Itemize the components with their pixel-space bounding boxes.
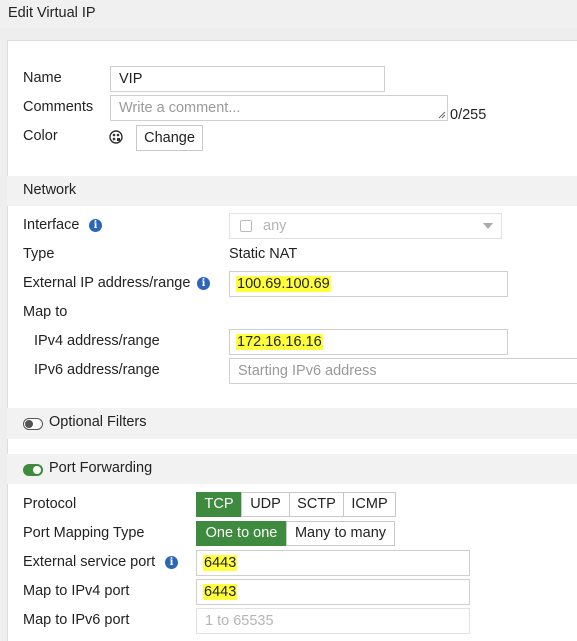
external-service-port-label: External service port <box>23 554 156 570</box>
ipv6-range-input[interactable]: Starting IPv6 address <box>229 358 577 384</box>
port-mapping-type-label: Port Mapping Type <box>23 525 145 541</box>
name-input[interactable]: VIP <box>110 66 385 92</box>
chevron-down-icon <box>483 223 493 229</box>
optional-filters-toggle[interactable] <box>23 418 43 430</box>
color-change-button[interactable]: Change <box>136 125 203 151</box>
interface-checkbox[interactable] <box>240 220 252 232</box>
type-label: Type <box>23 246 55 262</box>
color-palette-icon <box>109 130 123 144</box>
name-label: Name <box>23 70 62 86</box>
interface-select[interactable]: any <box>229 213 502 239</box>
dialog-title-bar: Edit Virtual IP <box>0 0 577 28</box>
mapping-one-to-one-option[interactable]: One to one <box>196 521 287 546</box>
map-ipv4-port-label: Map to IPv4 port <box>23 583 130 599</box>
ipv4-range-input[interactable]: 172.16.16.16 <box>229 329 508 355</box>
dialog-title: Edit Virtual IP <box>8 5 96 21</box>
external-ip-info-icon[interactable]: i <box>197 277 210 290</box>
comments-counter: 0/255 <box>450 107 487 123</box>
protocol-tcp-option[interactable]: TCP <box>196 492 242 517</box>
protocol-icmp-option[interactable]: ICMP <box>343 492 396 517</box>
comments-label: Comments <box>23 99 94 115</box>
comments-textarea[interactable]: Write a comment... <box>110 95 448 121</box>
protocol-sctp-option[interactable]: SCTP <box>289 492 344 517</box>
optional-filters-header: Optional Filters <box>7 408 577 439</box>
protocol-udp-option[interactable]: UDP <box>241 492 290 517</box>
mapping-many-to-many-option[interactable]: Many to many <box>286 521 395 546</box>
network-section-header: Network <box>7 176 577 206</box>
map-ipv4-port-input[interactable]: 6443 <box>196 579 470 605</box>
resize-handle-icon[interactable] <box>438 111 446 119</box>
external-service-port-input[interactable]: 6443 <box>196 550 470 576</box>
port-forwarding-header: Port Forwarding <box>7 454 577 484</box>
external-port-info-icon[interactable]: i <box>165 556 178 569</box>
type-value: Static NAT <box>229 246 298 262</box>
interface-label: Interface <box>23 217 80 233</box>
external-ip-input[interactable]: 100.69.100.69 <box>229 271 508 297</box>
ipv6-range-label: IPv6 address/range <box>34 362 160 378</box>
protocol-label: Protocol <box>23 496 77 512</box>
color-label: Color <box>23 128 58 144</box>
interface-info-icon[interactable]: i <box>89 219 102 232</box>
ipv4-range-label: IPv4 address/range <box>34 333 160 349</box>
map-ipv6-port-input[interactable]: 1 to 65535 <box>196 608 470 634</box>
map-ipv6-port-label: Map to IPv6 port <box>23 612 130 628</box>
external-ip-label: External IP address/range <box>23 275 191 291</box>
port-forwarding-toggle[interactable] <box>23 464 43 476</box>
map-to-label: Map to <box>23 304 68 320</box>
